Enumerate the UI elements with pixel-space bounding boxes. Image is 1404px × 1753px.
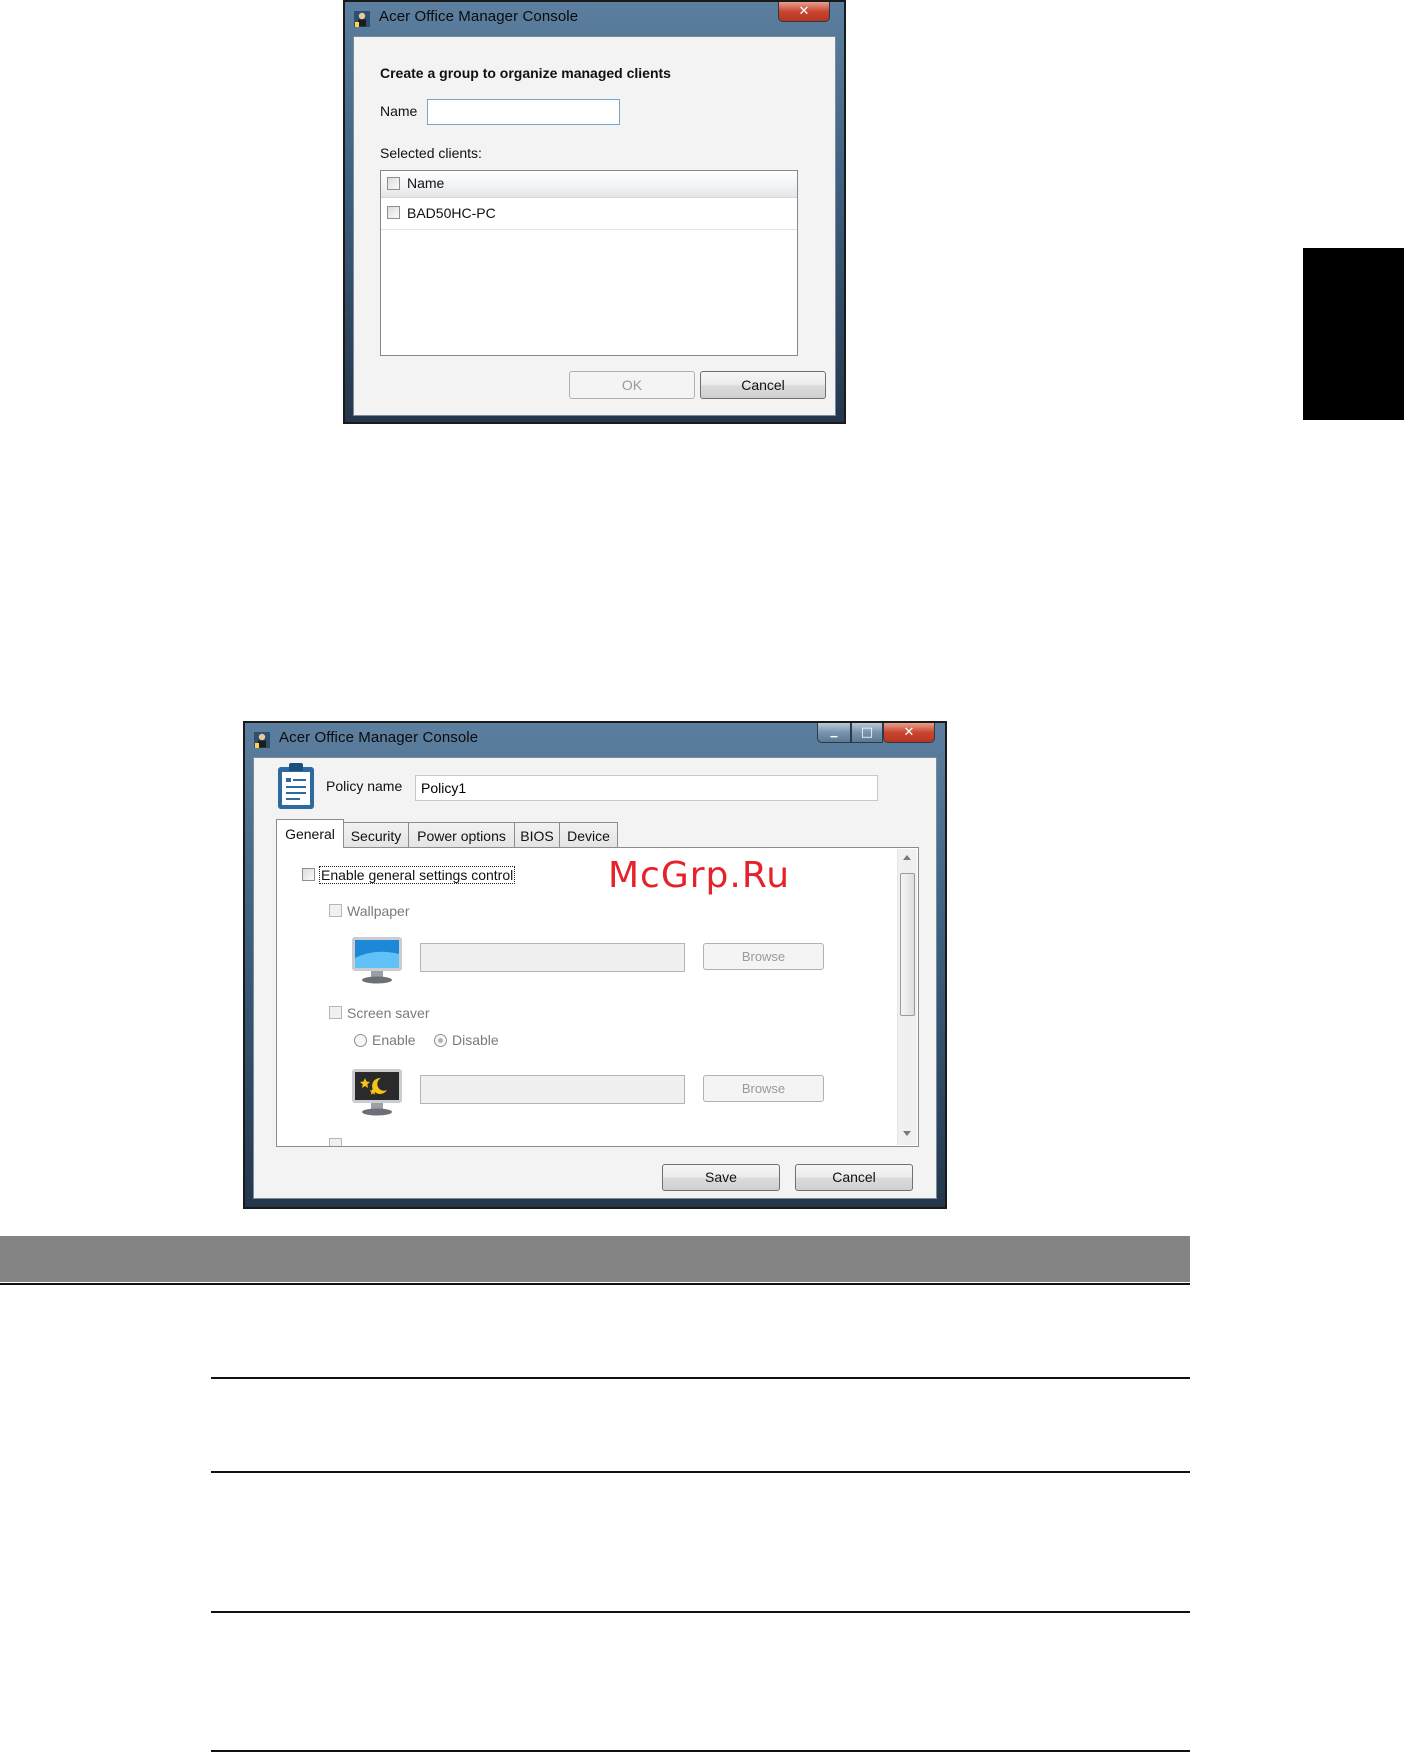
policy-name-input[interactable] xyxy=(415,775,878,801)
tab-device-label: Device xyxy=(567,827,610,844)
group-dialog-titlebar[interactable]: Acer Office Manager Console ✕ xyxy=(345,2,844,36)
client-checkbox[interactable] xyxy=(387,206,400,219)
maximize-button[interactable]: □ xyxy=(851,723,883,743)
cancel-button-label: Cancel xyxy=(741,377,785,393)
dialog-heading: Create a group to organize managed clien… xyxy=(380,65,671,81)
table-header-bar xyxy=(0,1236,1190,1282)
wallpaper-path-field[interactable] xyxy=(420,943,685,972)
table-row-divider xyxy=(211,1611,1190,1613)
close-button[interactable]: ✕ xyxy=(778,2,830,22)
table-row-divider xyxy=(211,1471,1190,1473)
tab-power-options-label: Power options xyxy=(417,827,506,844)
tab-bios[interactable]: BIOS xyxy=(514,822,560,848)
table-row-divider xyxy=(211,1750,1190,1752)
wallpaper-browse-label: Browse xyxy=(741,949,786,964)
table-row-divider xyxy=(211,1377,1190,1379)
wallpaper-monitor-icon xyxy=(352,937,402,984)
name-label: Name xyxy=(380,103,418,119)
screen-saver-label: Screen saver xyxy=(347,1005,430,1021)
policy-dialog-window: Acer Office Manager Console ▁ □ ✕ Policy… xyxy=(243,721,947,1209)
scroll-up-icon[interactable] xyxy=(903,855,911,860)
screen-saver-checkbox[interactable] xyxy=(329,1006,342,1019)
maximize-icon: □ xyxy=(860,725,874,740)
screensaver-path-field[interactable] xyxy=(420,1075,685,1104)
tab-device[interactable]: Device xyxy=(559,822,618,848)
list-item[interactable]: BAD50HC-PC xyxy=(381,197,797,230)
app-icon xyxy=(354,11,370,27)
ok-button-label: OK xyxy=(621,377,643,393)
wallpaper-browse-button[interactable]: Browse xyxy=(703,943,824,970)
tab-strip: General Security Power options BIOS Devi… xyxy=(276,819,896,848)
group-dialog-body: Create a group to organize managed clien… xyxy=(353,36,836,416)
screensaver-monitor-icon xyxy=(352,1069,402,1116)
panel-scrollbar[interactable] xyxy=(897,849,917,1145)
list-header[interactable]: Name xyxy=(381,171,797,198)
list-header-name: Name xyxy=(407,175,445,191)
clients-list[interactable]: Name BAD50HC-PC xyxy=(380,170,798,356)
scroll-down-icon[interactable] xyxy=(903,1131,911,1136)
tab-security[interactable]: Security xyxy=(343,822,409,848)
tab-security-label: Security xyxy=(350,827,402,844)
minimize-button[interactable]: ▁ xyxy=(817,723,851,743)
window-title: Acer Office Manager Console xyxy=(379,8,579,25)
next-option-checkbox[interactable] xyxy=(329,1138,342,1146)
general-tab-panel: Enable general settings control Wallpape… xyxy=(276,847,919,1147)
cancel-button[interactable]: Cancel xyxy=(795,1164,913,1191)
window-title: Acer Office Manager Console xyxy=(279,729,479,746)
client-name: BAD50HC-PC xyxy=(407,205,496,221)
wallpaper-checkbox[interactable] xyxy=(329,904,342,917)
save-button-label: Save xyxy=(705,1169,737,1185)
save-button[interactable]: Save xyxy=(662,1164,780,1191)
group-dialog-window: Acer Office Manager Console ✕ Create a g… xyxy=(343,0,846,424)
screensaver-browse-label: Browse xyxy=(741,1081,786,1096)
tab-general-label: General xyxy=(285,826,335,842)
name-input[interactable] xyxy=(427,99,620,125)
wallpaper-label: Wallpaper xyxy=(347,903,410,919)
ok-button[interactable]: OK xyxy=(569,371,695,399)
scroll-thumb[interactable] xyxy=(900,873,915,1016)
cancel-button[interactable]: Cancel xyxy=(700,371,826,399)
enable-radio[interactable] xyxy=(354,1034,367,1047)
chapter-side-tab xyxy=(1303,248,1404,420)
enable-general-checkbox[interactable] xyxy=(302,868,315,881)
close-icon: ✕ xyxy=(798,4,810,19)
enable-general-label[interactable]: Enable general settings control xyxy=(318,866,516,884)
tab-bios-label: BIOS xyxy=(520,827,554,844)
screensaver-browse-button[interactable]: Browse xyxy=(703,1075,824,1102)
cancel-button-label: Cancel xyxy=(832,1169,876,1185)
watermark-text: McGrp.Ru xyxy=(608,855,791,896)
app-icon xyxy=(254,732,270,748)
select-all-checkbox[interactable] xyxy=(387,177,400,190)
selected-clients-label: Selected clients: xyxy=(380,145,482,161)
policy-name-label: Policy name xyxy=(326,778,403,794)
disable-radio-label: Disable xyxy=(452,1032,499,1048)
disable-radio[interactable] xyxy=(434,1034,447,1047)
enable-radio-label: Enable xyxy=(372,1032,416,1048)
policy-dialog-titlebar[interactable]: Acer Office Manager Console ▁ □ ✕ xyxy=(245,723,945,757)
tab-general[interactable]: General xyxy=(276,819,344,848)
tab-power-options[interactable]: Power options xyxy=(408,822,515,848)
minimize-icon: ▁ xyxy=(830,727,838,738)
close-icon: ✕ xyxy=(903,725,915,740)
table-top-rule xyxy=(0,1283,1190,1285)
policy-dialog-body: Policy name General Security Power optio… xyxy=(253,757,937,1199)
close-button[interactable]: ✕ xyxy=(883,723,935,743)
policy-clipboard-icon xyxy=(278,763,314,809)
